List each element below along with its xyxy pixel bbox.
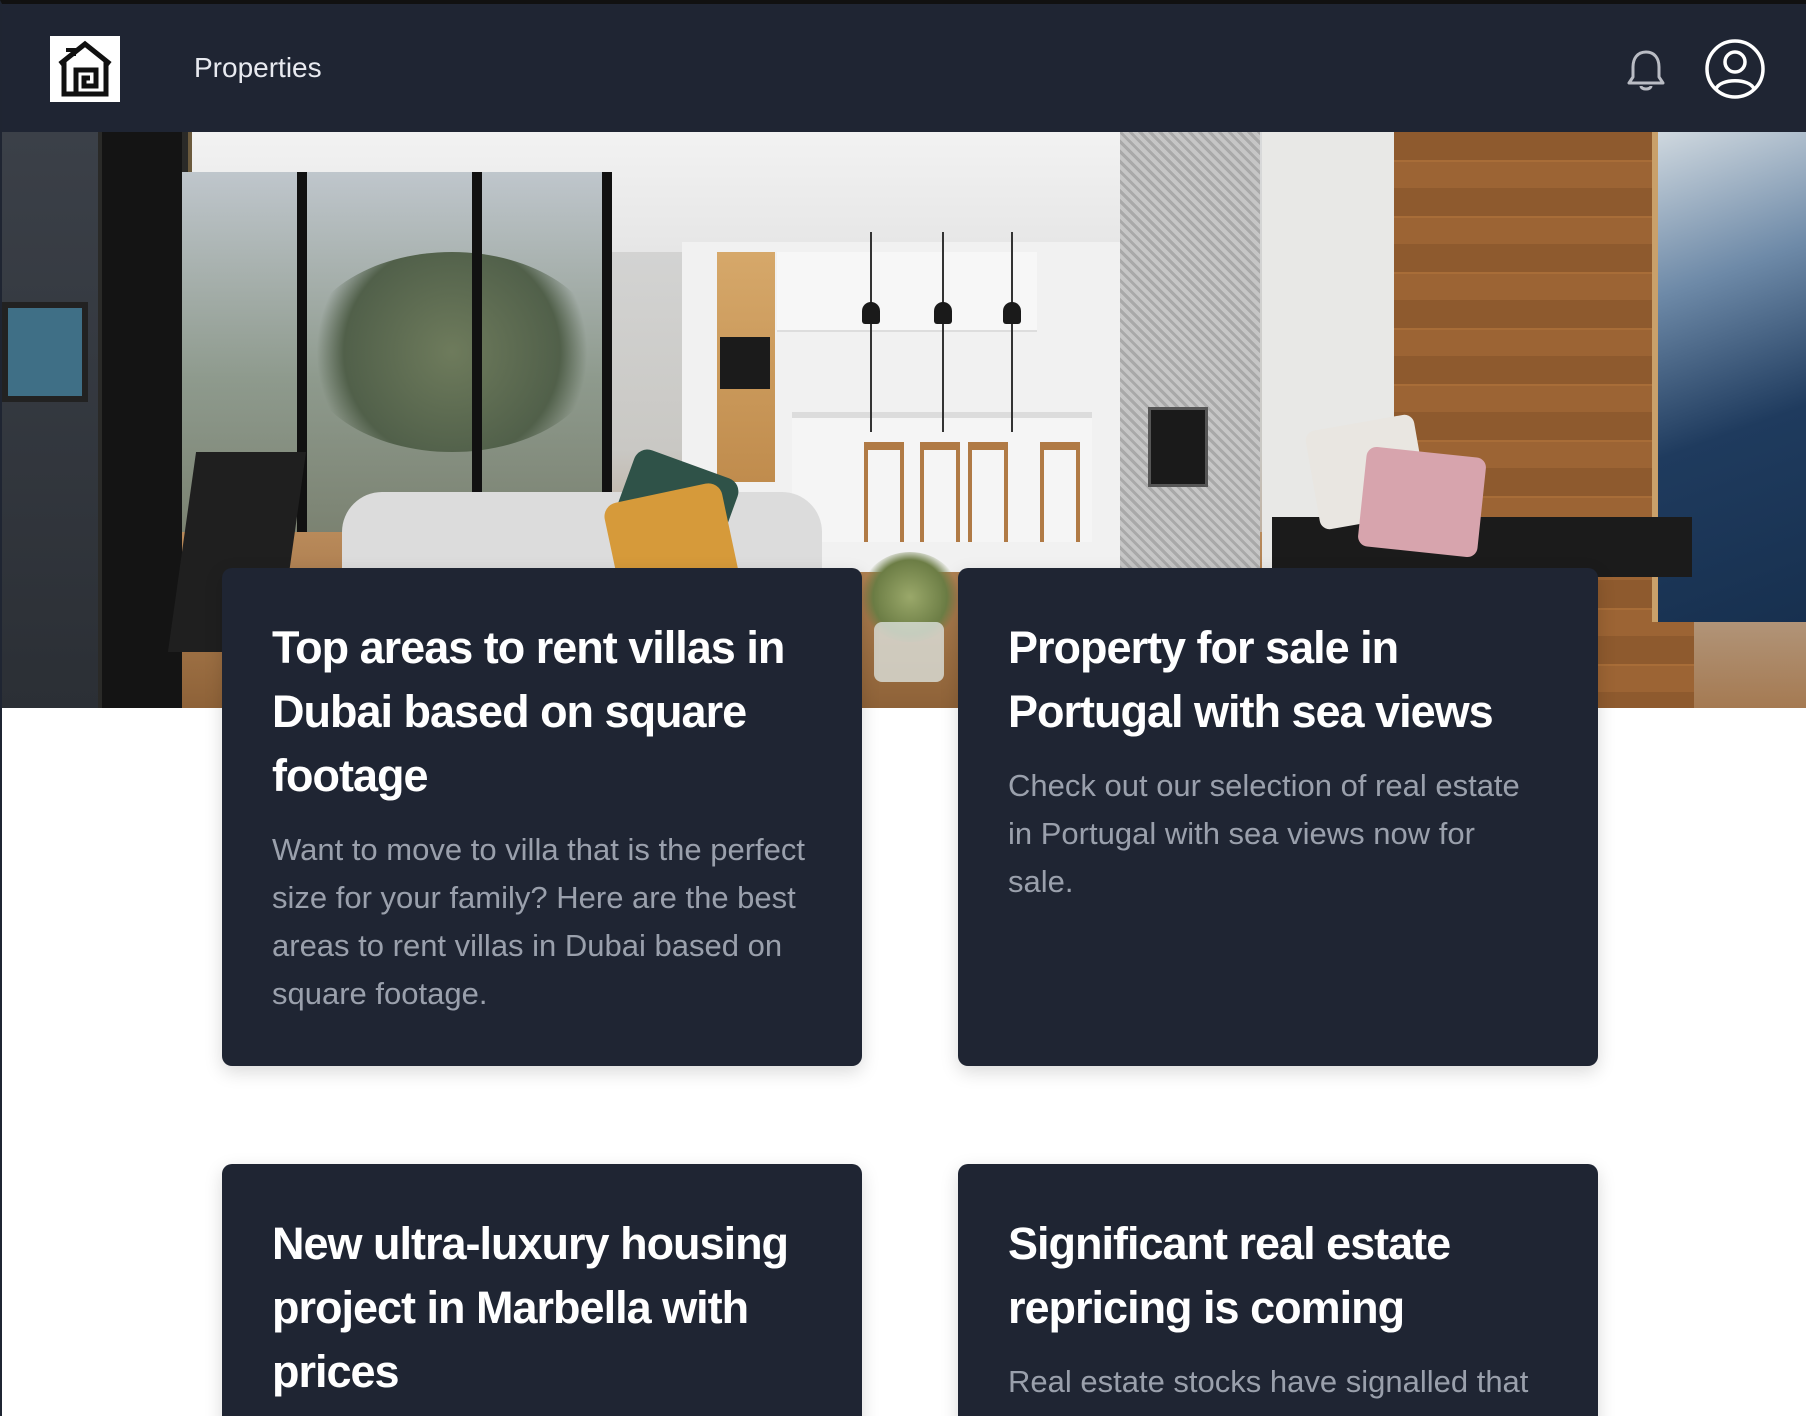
article-card[interactable]: Top areas to rent villas in Dubai based … [222,568,862,1066]
hero-pendant-cord [1011,232,1013,432]
card-title[interactable]: New ultra-luxury housing project in Marb… [272,1212,812,1404]
card-title[interactable]: Top areas to rent villas in Dubai based … [272,616,812,808]
hero-pendant-lamp [934,302,952,324]
user-circle-icon[interactable] [1704,38,1766,100]
hero-pendant-cord [870,232,872,432]
article-card[interactable]: New ultra-luxury housing project in Marb… [222,1164,862,1416]
page: Properties Top areas to rent villas in D… [0,0,1806,1416]
bell-icon[interactable] [1626,48,1666,94]
card-title[interactable]: Property for sale in Portugal with sea v… [1008,616,1548,744]
top-navbar: Properties [2,4,1806,132]
hero-vase [874,622,944,682]
card-title[interactable]: Significant real estate repricing is com… [1008,1212,1548,1340]
hero-stool [1040,442,1080,542]
hero-tree [302,252,602,452]
hero-pillow-pink [1357,446,1487,558]
hero-pendant-lamp [862,302,880,324]
card-description: Real estate stocks have signalled that [1008,1364,1529,1399]
house-logo-icon[interactable] [50,36,120,102]
hero-stool [968,442,1008,542]
hero-left-wall-dark [2,132,98,708]
hero-pillar [102,132,182,708]
hero-upper-cabinets [777,252,1037,332]
hero-stool [920,442,960,542]
hero-blue-window [2,302,88,402]
hero-stool [864,442,904,542]
card-description: Check out our selection of real estate i… [1008,768,1520,899]
house-logo-svg [58,40,112,97]
nav-link-properties[interactable]: Properties [194,52,322,84]
article-card[interactable]: Significant real estate repricing is com… [958,1164,1598,1416]
hero-pendant-cord [942,232,944,432]
hero-fireplace [1148,407,1208,487]
article-card[interactable]: Property for sale in Portugal with sea v… [958,568,1598,1066]
hero-oven [720,337,770,389]
hero-pendant-lamp [1003,302,1021,324]
card-description: Want to move to villa that is the perfec… [272,832,805,1011]
